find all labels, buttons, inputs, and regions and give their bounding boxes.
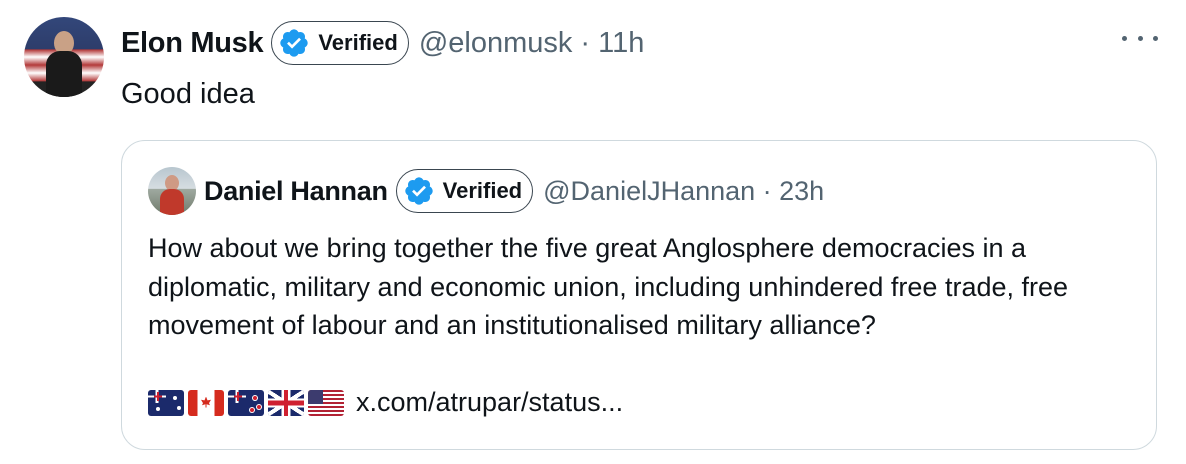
quoted-avatar[interactable] [148,167,196,215]
verified-badge[interactable]: Verified [271,21,409,65]
flag-united-kingdom-icon [268,389,304,416]
quoted-tweet-link-line: x.com/atrupar/status... [148,387,623,418]
quoted-tweet-text: How about we bring together the five gre… [148,233,1069,340]
tweet-text: Good idea [121,78,255,110]
flag-new-zealand-icon [228,389,264,416]
verified-badge-icon [404,177,433,205]
tweet-header: Elon Musk Verified @elonmusk · 11h [121,21,645,65]
avatar-person [46,31,82,97]
flag-australia-icon [148,389,184,416]
author-handle-time[interactable]: @elonmusk · 11h [419,27,645,60]
verified-badge-icon [280,29,308,57]
verified-label: Verified [318,30,398,55]
quoted-author-name[interactable]: Daniel Hannan [204,176,388,207]
quoted-verified-badge[interactable]: Verified [395,169,534,213]
more-options-icon[interactable] [1122,28,1158,48]
quoted-author-handle-time[interactable]: @DanielJHannan · 23h [543,176,824,207]
flag-united-states-icon [308,389,344,416]
author-name[interactable]: Elon Musk [121,27,264,60]
quoted-tweet-header: Daniel Hannan Verified @DanielJHannan · … [204,169,824,213]
verified-label: Verified [442,178,523,203]
quoted-link[interactable]: x.com/atrupar/status... [356,387,623,418]
avatar[interactable] [24,17,104,97]
quoted-tweet[interactable]: Daniel Hannan Verified @DanielJHannan · … [121,140,1157,450]
flag-canada-icon [188,389,224,416]
